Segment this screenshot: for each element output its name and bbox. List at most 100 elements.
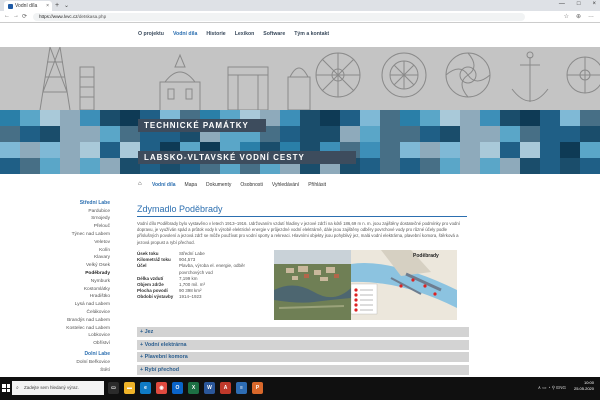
minimize-button[interactable]: —	[559, 1, 565, 7]
url-path: /detskasa.php	[77, 14, 107, 19]
banner-tile	[20, 142, 40, 158]
more-menu-icon[interactable]: …	[588, 13, 594, 20]
sidebar-item[interactable]: Pardubice	[0, 208, 110, 216]
banner-tile	[380, 110, 400, 126]
banner-tile	[400, 158, 420, 174]
search-icon: ⌕	[16, 385, 19, 391]
sidebar-item[interactable]: Dolní Beřkovice	[0, 359, 110, 367]
info-value: 1914–1923	[179, 294, 202, 300]
tab-close-icon[interactable]: ×	[46, 3, 49, 9]
banner-tile	[380, 142, 400, 158]
banner-tile	[60, 126, 80, 142]
sidebar-item[interactable]: Nymburk	[0, 278, 110, 286]
system-tray-icons[interactable]: ∧ ▭ ◔ ⚲ ENG	[538, 385, 566, 391]
info-key: Období výstavby	[137, 294, 174, 300]
sidebar-item[interactable]: Brandýs nad Labem	[0, 317, 110, 325]
taskbar-search-input[interactable]: ⌕ Zadejte sem hledaný výraz.	[12, 381, 104, 395]
close-window-button[interactable]: ×	[592, 1, 596, 7]
home-icon[interactable]: ⌂	[138, 181, 142, 187]
sidebar-item[interactable]: Veletov	[0, 239, 110, 247]
new-tab-button[interactable]: +	[55, 2, 59, 9]
banner-tile	[460, 126, 480, 142]
banner-tile	[580, 158, 600, 174]
banner-tile	[280, 126, 300, 142]
site-nav-item[interactable]: Tým a kontakt	[294, 31, 329, 37]
sidebar-item[interactable]: Obříství	[0, 340, 110, 348]
banner-tile	[100, 158, 120, 174]
sub-nav-item[interactable]: Vyhledávání	[272, 182, 299, 188]
banner-tile	[80, 110, 100, 126]
url-input[interactable]: https://www.lvvc.cz/detskasa.php	[33, 13, 525, 21]
sidebar-item[interactable]: Srnojedy	[0, 215, 110, 223]
sub-nav-item[interactable]: Přihlásit	[308, 182, 326, 188]
site-nav-item[interactable]: Historie	[206, 31, 225, 37]
sidebar-item[interactable]: Lysá nad Labem	[0, 301, 110, 309]
header-banner: TECHNICKÉ PAMÁTKY LABSKO-VLTAVSKÉ VODNÍ …	[0, 47, 600, 174]
app-red-icon[interactable]: A	[220, 382, 231, 394]
site-nav-item[interactable]: Lexikon	[235, 31, 255, 37]
back-button[interactable]: ←	[4, 13, 10, 19]
banner-tile	[80, 126, 100, 142]
accordion-section[interactable]: + Rybí přechod	[137, 364, 469, 375]
app-orange-icon[interactable]: P	[252, 382, 263, 394]
sidebar-item[interactable]: Štětí	[0, 367, 110, 375]
accordion-section[interactable]: + Jez	[137, 327, 469, 337]
collections-icon[interactable]: ⊕	[576, 13, 581, 20]
aerial-photo[interactable]	[274, 250, 351, 320]
sidebar-section-title[interactable]: Střední Labe	[0, 200, 110, 206]
banner-tile	[500, 142, 520, 158]
excel-icon[interactable]: X	[188, 382, 199, 394]
banner-tile	[60, 158, 80, 174]
sidebar-item[interactable]: Lobkovice	[0, 332, 110, 340]
banner-tile	[0, 110, 20, 126]
banner-tile	[400, 142, 420, 158]
sub-nav-item[interactable]: Vodní díla	[152, 182, 176, 188]
site-map[interactable]: Poděbrady	[351, 250, 457, 320]
accordion-section[interactable]: + Vodní elektrárna	[137, 339, 469, 350]
sidebar-item[interactable]: Přelouč	[0, 223, 110, 231]
site-nav-item[interactable]: Vodní díla	[173, 31, 197, 37]
site-nav-item[interactable]: O projektu	[138, 31, 164, 37]
banner-tile	[20, 158, 40, 174]
word-icon[interactable]: W	[204, 382, 215, 394]
sidebar-item[interactable]: Velký Osek	[0, 262, 110, 270]
sub-nav-item[interactable]: Osobnosti	[240, 182, 263, 188]
favorite-star-icon[interactable]: ☆	[564, 13, 569, 20]
sidebar-item[interactable]: Hradištko	[0, 293, 110, 301]
sidebar-item[interactable]: Kostomlátky	[0, 286, 110, 294]
banner-tile	[0, 126, 20, 142]
app-blue-icon[interactable]: ≡	[236, 382, 247, 394]
accordion-section[interactable]: + Plavební komora	[137, 352, 469, 362]
sidebar-section-title[interactable]: Dolní Labe	[0, 351, 110, 359]
task-view-icon[interactable]: ▭	[108, 382, 119, 394]
tab-menu-icon[interactable]: ⌄	[64, 2, 69, 9]
sidebar: Střední Labe Pardubice Srnojedy Přelouč Týn…	[0, 200, 112, 390]
banner-tile	[460, 110, 480, 126]
sidebar-item[interactable]: Klavary	[0, 254, 110, 262]
sidebar-item[interactable]: Kolín	[0, 247, 110, 255]
file-explorer-icon[interactable]: ▬	[124, 382, 135, 394]
windows-start-icon[interactable]	[2, 384, 10, 392]
sidebar-item[interactable]: Poděbrady	[0, 270, 110, 278]
system-clock[interactable]: 10:00 25.05.2020	[574, 380, 594, 392]
banner-tile	[480, 158, 500, 174]
banner-tile	[60, 110, 80, 126]
sidebar-item[interactable]: Čelákovice	[0, 309, 110, 317]
forward-button[interactable]: →	[13, 13, 19, 19]
sub-nav-item[interactable]: Mapa	[185, 182, 198, 188]
chrome-icon[interactable]: ◉	[156, 382, 167, 394]
banner-tile	[120, 110, 140, 126]
site-nav-item[interactable]: Software	[263, 31, 285, 37]
sub-nav-item[interactable]: Dokumenty	[206, 182, 231, 188]
aerial-photo-image	[274, 250, 351, 320]
banner-tile	[480, 110, 500, 126]
browser-tab[interactable]: Vodní díla ×	[4, 1, 52, 11]
reload-button[interactable]: ⟳	[22, 13, 27, 20]
banner-tile	[540, 158, 560, 174]
outlook-icon[interactable]: O	[172, 382, 183, 394]
maximize-button[interactable]: □	[577, 1, 581, 7]
sidebar-item[interactable]: Kostelec nad Labem	[0, 325, 110, 333]
banner-title-line1: TECHNICKÉ PAMÁTKY	[138, 119, 266, 132]
edge-icon[interactable]: e	[140, 382, 151, 394]
sidebar-item[interactable]: Týnec nad Labem	[0, 231, 110, 239]
